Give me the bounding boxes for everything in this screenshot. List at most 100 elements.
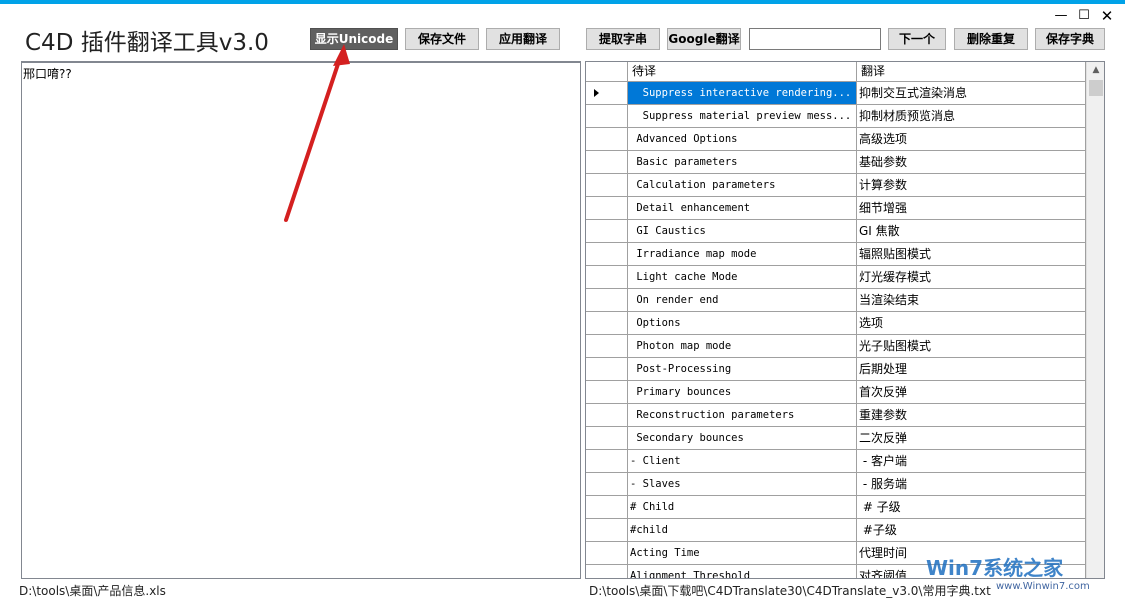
table-row[interactable]: Advanced Options 高级选项 — [586, 128, 1086, 151]
translation-cell[interactable]: #子级 — [857, 519, 1086, 541]
table-row[interactable]: - Slaves - 服务端 — [586, 473, 1086, 496]
translation-cell[interactable]: 当渲染结束 — [857, 289, 1086, 311]
search-input[interactable] — [749, 28, 881, 50]
translation-cell[interactable]: 辐照贴图模式 — [857, 243, 1086, 265]
scroll-up-icon[interactable]: ▲ — [1087, 62, 1104, 79]
row-header[interactable] — [586, 404, 628, 426]
apply-translation-button[interactable]: 应用翻译 — [486, 28, 560, 50]
table-row[interactable]: Calculation parameters 计算参数 — [586, 174, 1086, 197]
source-cell[interactable]: #child — [628, 519, 857, 541]
source-cell[interactable]: - Client — [628, 450, 857, 472]
row-header[interactable] — [586, 565, 628, 578]
source-cell[interactable]: Suppress interactive rendering... — [628, 82, 857, 104]
source-cell[interactable]: Detail enhancement — [628, 197, 857, 219]
row-header[interactable] — [586, 151, 628, 173]
row-header[interactable] — [586, 358, 628, 380]
row-header[interactable] — [586, 82, 628, 104]
row-header[interactable] — [586, 197, 628, 219]
row-header[interactable] — [586, 473, 628, 495]
row-header[interactable] — [586, 243, 628, 265]
table-row[interactable]: Photon map mode 光子贴图模式 — [586, 335, 1086, 358]
row-header[interactable] — [586, 220, 628, 242]
table-row[interactable]: Suppress material preview mess... 抑制材质预览消… — [586, 105, 1086, 128]
translation-cell[interactable]: GI 焦散 — [857, 220, 1086, 242]
save-dictionary-button[interactable]: 保存字典 — [1035, 28, 1105, 50]
remove-duplicates-button[interactable]: 删除重复 — [954, 28, 1028, 50]
table-row[interactable]: Basic parameters 基础参数 — [586, 151, 1086, 174]
row-header[interactable] — [586, 496, 628, 518]
extract-strings-button[interactable]: 提取字串 — [586, 28, 660, 50]
source-cell[interactable]: Light cache Mode — [628, 266, 857, 288]
translation-cell[interactable]: 细节增强 — [857, 197, 1086, 219]
source-cell[interactable]: Calculation parameters — [628, 174, 857, 196]
source-cell[interactable]: Irradiance map mode — [628, 243, 857, 265]
source-cell[interactable]: Options — [628, 312, 857, 334]
table-row[interactable]: Light cache Mode 灯光缓存模式 — [586, 266, 1086, 289]
source-cell[interactable]: On render end — [628, 289, 857, 311]
translation-cell[interactable]: 选项 — [857, 312, 1086, 334]
table-row[interactable]: Irradiance map mode 辐照贴图模式 — [586, 243, 1086, 266]
column-header-translation[interactable]: 翻译 — [857, 62, 1086, 81]
source-cell[interactable]: Basic parameters — [628, 151, 857, 173]
source-cell[interactable]: Reconstruction parameters — [628, 404, 857, 426]
close-icon[interactable]: ✕ — [1096, 6, 1118, 26]
table-row[interactable]: Options 选项 — [586, 312, 1086, 335]
source-cell[interactable]: Advanced Options — [628, 128, 857, 150]
translation-cell[interactable]: 光子贴图模式 — [857, 335, 1086, 357]
source-cell[interactable]: Acting Time — [628, 542, 857, 564]
maximize-icon[interactable]: ☐ — [1073, 6, 1095, 26]
source-text-area[interactable]: 邢口唷?? — [21, 61, 581, 579]
source-cell[interactable]: Suppress material preview mess... — [628, 105, 857, 127]
google-translate-button[interactable]: Google翻译 — [667, 28, 741, 50]
row-header[interactable] — [586, 542, 628, 564]
row-header[interactable] — [586, 289, 628, 311]
row-header[interactable] — [586, 174, 628, 196]
source-cell[interactable]: Photon map mode — [628, 335, 857, 357]
table-row[interactable]: Suppress interactive rendering... 抑制交互式渲染… — [586, 82, 1086, 105]
row-header[interactable] — [586, 312, 628, 334]
translation-grid[interactable]: 待译 翻译 Suppress interactive rendering... 抑… — [585, 61, 1105, 579]
row-header[interactable] — [586, 427, 628, 449]
translation-cell[interactable]: 抑制材质预览消息 — [857, 105, 1086, 127]
source-cell[interactable]: - Slaves — [628, 473, 857, 495]
table-row[interactable]: Reconstruction parameters 重建参数 — [586, 404, 1086, 427]
translation-cell[interactable]: - 客户端 — [857, 450, 1086, 472]
save-file-button[interactable]: 保存文件 — [405, 28, 479, 50]
translation-cell[interactable]: 首次反弹 — [857, 381, 1086, 403]
translation-cell[interactable]: 计算参数 — [857, 174, 1086, 196]
translation-cell[interactable]: 后期处理 — [857, 358, 1086, 380]
table-row[interactable]: GI Caustics GI 焦散 — [586, 220, 1086, 243]
source-cell[interactable]: # Child — [628, 496, 857, 518]
source-cell[interactable]: Primary bounces — [628, 381, 857, 403]
row-header[interactable] — [586, 519, 628, 541]
table-row[interactable]: On render end 当渲染结束 — [586, 289, 1086, 312]
table-row[interactable]: Primary bounces 首次反弹 — [586, 381, 1086, 404]
translation-cell[interactable]: # 子级 — [857, 496, 1086, 518]
translation-cell[interactable]: 灯光缓存模式 — [857, 266, 1086, 288]
row-header[interactable] — [586, 450, 628, 472]
row-header[interactable] — [586, 128, 628, 150]
source-cell[interactable]: Secondary bounces — [628, 427, 857, 449]
minimize-icon[interactable]: — — [1050, 6, 1072, 26]
translation-cell[interactable]: 重建参数 — [857, 404, 1086, 426]
scrollbar-thumb[interactable] — [1089, 80, 1103, 96]
translation-cell[interactable]: 二次反弹 — [857, 427, 1086, 449]
table-row[interactable]: Secondary bounces 二次反弹 — [586, 427, 1086, 450]
table-row[interactable]: #child #子级 — [586, 519, 1086, 542]
row-header[interactable] — [586, 266, 628, 288]
translation-cell[interactable]: 基础参数 — [857, 151, 1086, 173]
source-cell[interactable]: Post-Processing — [628, 358, 857, 380]
translation-cell[interactable]: - 服务端 — [857, 473, 1086, 495]
column-header-source[interactable]: 待译 — [628, 62, 857, 81]
source-cell[interactable]: GI Caustics — [628, 220, 857, 242]
vertical-scrollbar[interactable]: ▲ — [1086, 62, 1104, 578]
source-cell[interactable]: Alignment Threshold — [628, 565, 857, 578]
row-header[interactable] — [586, 335, 628, 357]
table-row[interactable]: # Child # 子级 — [586, 496, 1086, 519]
next-button[interactable]: 下一个 — [888, 28, 946, 50]
translation-cell[interactable]: 高级选项 — [857, 128, 1086, 150]
table-row[interactable]: Detail enhancement 细节增强 — [586, 197, 1086, 220]
table-row[interactable]: Post-Processing 后期处理 — [586, 358, 1086, 381]
table-row[interactable]: - Client - 客户端 — [586, 450, 1086, 473]
translation-cell[interactable]: 抑制交互式渲染消息 — [857, 82, 1086, 104]
